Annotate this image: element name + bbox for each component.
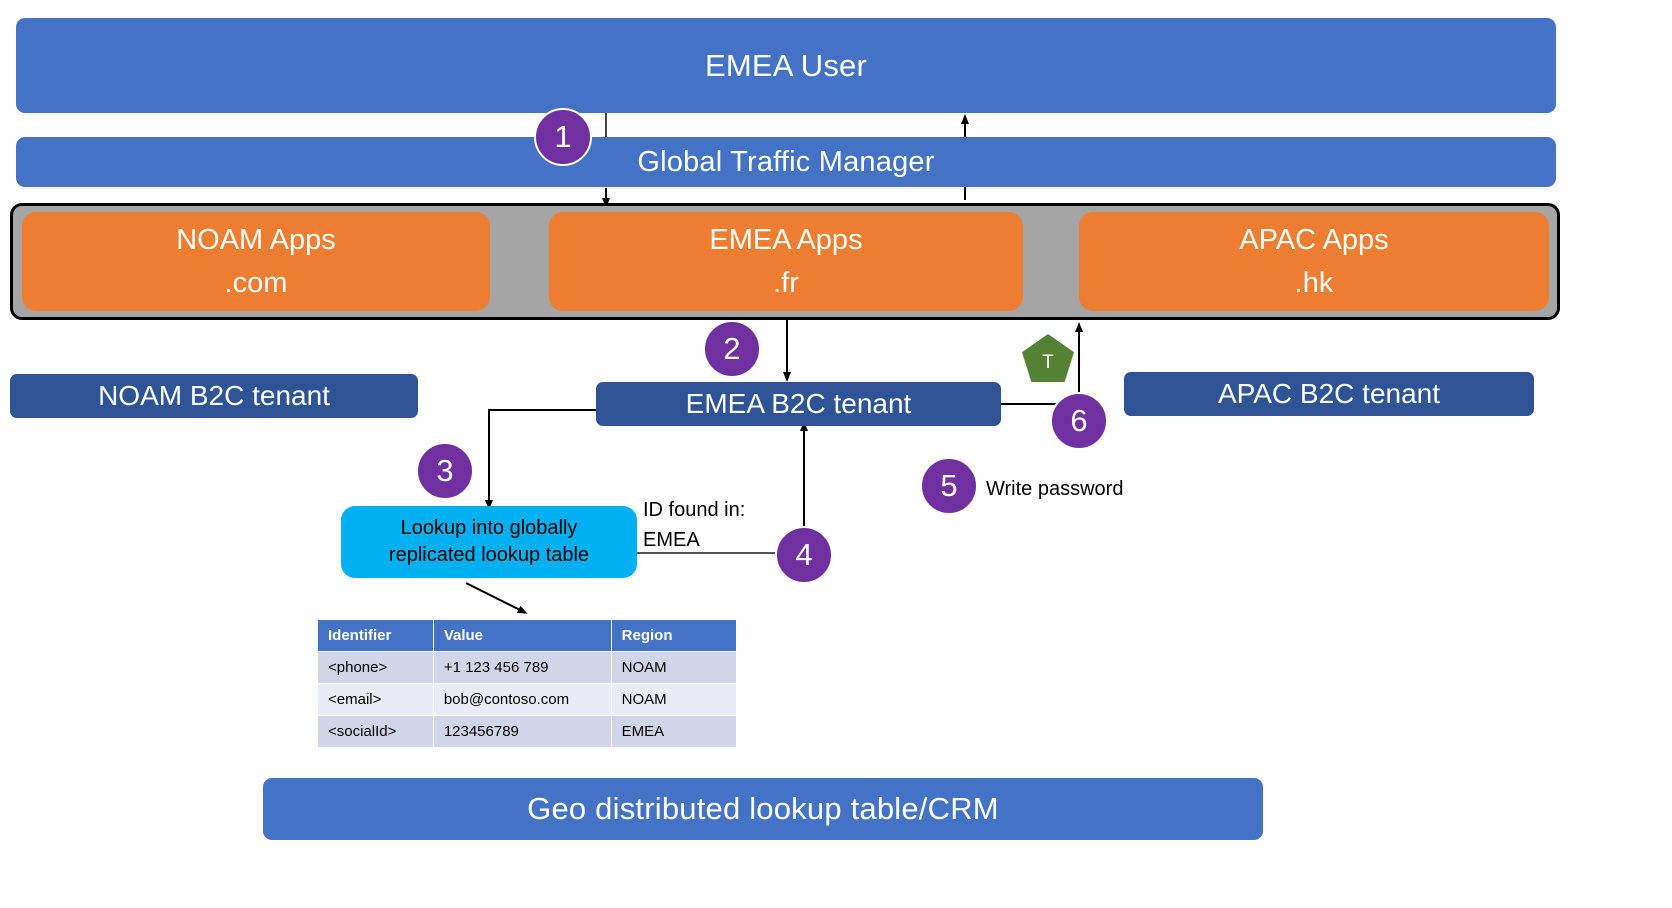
banner-global-traffic-manager: Global Traffic Manager bbox=[16, 137, 1556, 187]
token-pentagon-icon: T bbox=[1022, 334, 1074, 382]
lookup-box[interactable]: Lookup into globally replicated lookup t… bbox=[341, 506, 637, 578]
annotation-write-password: Write password bbox=[986, 478, 1124, 500]
step-circle-5: 5 bbox=[920, 457, 978, 515]
cell-region: NOAM bbox=[610, 651, 738, 684]
lookup-table: Identifier Value Region <phone> +1 123 4… bbox=[317, 619, 738, 748]
cell-identifier: <email> bbox=[317, 683, 434, 716]
table-row: <phone> +1 123 456 789 NOAM bbox=[317, 651, 738, 684]
step-circle-1: 1 bbox=[534, 108, 592, 166]
step-circle-3-number: 3 bbox=[436, 453, 454, 488]
cell-region: NOAM bbox=[610, 683, 738, 716]
cell-identifier: <socialId> bbox=[317, 715, 434, 748]
diagram-canvas: EMEA User Global Traffic Manager NOAM Ap… bbox=[0, 0, 1672, 908]
table-row: <email> bob@contoso.com NOAM bbox=[317, 683, 738, 716]
cell-identifier: <phone> bbox=[317, 651, 434, 684]
lookup-box-line1: Lookup into globally bbox=[400, 517, 578, 539]
step-circle-2-number: 2 bbox=[723, 331, 741, 366]
table-col-region: Region bbox=[610, 619, 738, 652]
annotation-id-found: ID found in: EMEA bbox=[643, 499, 746, 551]
banner-emea-user: EMEA User bbox=[16, 18, 1556, 113]
app-box-emea-domain: .fr bbox=[773, 266, 799, 299]
banner-geo-distributed-crm-label: Geo distributed lookup table/CRM bbox=[527, 791, 999, 826]
token-letter: T bbox=[1042, 352, 1054, 373]
app-box-apac-name: APAC Apps bbox=[1239, 224, 1389, 257]
step-circle-2: 2 bbox=[703, 320, 761, 378]
app-box-apac-domain: .hk bbox=[1294, 266, 1334, 299]
cell-value: 123456789 bbox=[432, 715, 612, 748]
banner-emea-user-label: EMEA User bbox=[704, 47, 867, 83]
tenant-apac-label: APAC B2C tenant bbox=[1217, 378, 1441, 409]
step-circle-6: 6 bbox=[1050, 392, 1108, 450]
cell-value: +1 123 456 789 bbox=[432, 651, 612, 684]
cell-region: EMEA bbox=[610, 715, 738, 748]
step-circle-5-number: 5 bbox=[940, 468, 958, 503]
tenant-apac[interactable]: APAC B2C tenant bbox=[1124, 372, 1534, 416]
cell-value: bob@contoso.com bbox=[432, 683, 612, 716]
app-box-noam-name: NOAM Apps bbox=[176, 224, 336, 257]
tenant-emea-label: EMEA B2C tenant bbox=[685, 388, 912, 419]
step-circle-1-number: 1 bbox=[554, 119, 572, 154]
table-row: <socialId> 123456789 EMEA bbox=[317, 715, 738, 748]
app-box-emea[interactable]: EMEA Apps .fr bbox=[549, 212, 1023, 311]
app-box-noam-domain: .com bbox=[224, 266, 288, 299]
banner-geo-distributed-crm: Geo distributed lookup table/CRM bbox=[263, 778, 1263, 840]
app-box-noam[interactable]: NOAM Apps .com bbox=[22, 212, 490, 311]
step-circle-6-number: 6 bbox=[1070, 403, 1088, 438]
step-circle-3: 3 bbox=[416, 442, 474, 500]
tenant-noam-label: NOAM B2C tenant bbox=[98, 380, 330, 411]
lookup-box-line2: replicated lookup table bbox=[388, 544, 590, 566]
app-box-emea-name: EMEA Apps bbox=[709, 224, 863, 257]
banner-global-traffic-manager-label: Global Traffic Manager bbox=[637, 145, 935, 178]
app-box-apac[interactable]: APAC Apps .hk bbox=[1079, 212, 1549, 311]
tenant-noam[interactable]: NOAM B2C tenant bbox=[10, 374, 418, 418]
table-col-identifier: Identifier bbox=[317, 619, 434, 652]
table-header-row: Identifier Value Region bbox=[317, 619, 738, 652]
tenant-emea[interactable]: EMEA B2C tenant bbox=[596, 382, 1001, 426]
table-col-value: Value bbox=[432, 619, 612, 652]
